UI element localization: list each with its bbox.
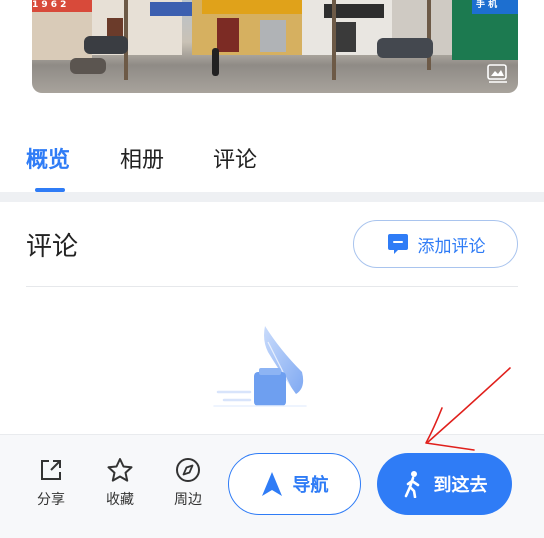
- compass-icon: [176, 458, 200, 482]
- shop-sign-text: 1 9 6 2: [32, 0, 67, 10]
- street-photo[interactable]: 1 9 6 2 手 机: [32, 0, 518, 93]
- quill-ink-icon: [213, 326, 307, 407]
- favorite-button[interactable]: 收藏: [100, 457, 140, 509]
- share-button[interactable]: 分享: [31, 457, 71, 509]
- comment-icon: [387, 234, 408, 254]
- car: [377, 38, 433, 58]
- review-section-title: 评论: [26, 232, 79, 262]
- shop-sign: 手 机: [472, 0, 518, 14]
- share-label: 分享: [37, 492, 65, 508]
- pedestrian: [212, 48, 219, 76]
- navigate-button[interactable]: 导航: [228, 453, 361, 515]
- door: [217, 18, 239, 52]
- scooter: [70, 58, 106, 74]
- tree-trunk: [427, 0, 431, 70]
- go-here-label: 到这去: [433, 475, 488, 496]
- tree-trunk: [332, 0, 336, 80]
- add-review-label: 添加评论: [417, 236, 486, 257]
- go-here-button[interactable]: 到这去: [377, 453, 512, 515]
- tab-reviews[interactable]: 评论: [213, 142, 257, 174]
- section-separator: [0, 192, 544, 202]
- star-icon: [107, 458, 133, 482]
- tab-bar: 概览 相册 评论: [0, 128, 544, 192]
- shutter: [260, 20, 286, 52]
- navigation-arrow-icon: [261, 472, 282, 496]
- tab-overview[interactable]: 概览: [26, 142, 70, 174]
- nearby-label: 周边: [174, 492, 202, 508]
- share-icon: [41, 460, 61, 480]
- add-review-button[interactable]: 添加评论: [353, 220, 518, 268]
- navigate-label: 导航: [292, 475, 329, 496]
- photo-gallery-icon[interactable]: [486, 63, 510, 85]
- shop-sign-text: 手 机: [476, 0, 498, 10]
- shop-sign: 1 9 6 2: [32, 0, 92, 12]
- tab-album[interactable]: 相册: [120, 142, 164, 174]
- shop-sign: [202, 0, 302, 14]
- photo-section: 1 9 6 2 手 机: [0, 0, 544, 112]
- favorite-label: 收藏: [106, 492, 134, 508]
- car: [84, 36, 128, 54]
- bottom-action-bar: 分享 收藏 周边 导航 到这去: [0, 434, 544, 538]
- walking-person-icon: [404, 471, 419, 498]
- divider: [26, 286, 518, 287]
- nearby-button[interactable]: 周边: [168, 457, 208, 509]
